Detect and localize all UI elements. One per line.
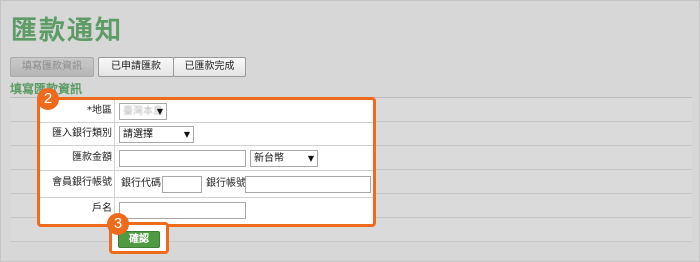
chevron-down-icon: ▼	[156, 107, 163, 116]
bank-code-label: 銀行代碼	[121, 178, 161, 189]
bank-code-input[interactable]	[162, 176, 202, 193]
account-label: 會員銀行帳號	[40, 171, 115, 197]
account-row: 會員銀行帳號 銀行代碼 銀行帳號	[40, 171, 373, 198]
bank-type-value: 請選擇	[123, 129, 153, 140]
page-title: 匯款通知	[11, 16, 124, 46]
tab-remittance-completed[interactable]: 已匯款完成	[173, 57, 246, 77]
holder-input[interactable]	[119, 202, 246, 219]
chevron-down-icon: ▼	[307, 154, 314, 163]
holder-label: 戶名	[40, 198, 115, 220]
currency-value: 新台幣	[254, 153, 284, 164]
bank-type-label: 匯入銀行類別	[40, 123, 115, 145]
region-select[interactable]: 臺灣本島 ▼	[119, 103, 167, 120]
tab-applied-remittance[interactable]: 已申請匯款	[98, 57, 174, 77]
amount-label: 匯款金額	[40, 146, 115, 170]
holder-row: 戶名	[40, 198, 373, 221]
chevron-down-icon: ▼	[183, 130, 190, 139]
account-number-input[interactable]	[245, 176, 371, 193]
remittance-form: *地區 臺灣本島 ▼ 匯入銀行類別 請選擇 ▼ 匯款金額 新台幣 ▼ 會員銀行帳…	[37, 97, 376, 227]
tab-fill-remittance-info[interactable]: 填寫匯款資訊	[10, 57, 94, 77]
bank-type-row: 匯入銀行類別 請選擇 ▼	[40, 123, 373, 146]
step-2-badge: 2	[37, 88, 59, 110]
account-number-label: 銀行帳號	[206, 178, 246, 189]
amount-input[interactable]	[119, 150, 246, 167]
region-row: *地區 臺灣本島 ▼	[40, 100, 373, 123]
confirm-button[interactable]: 確認	[118, 231, 160, 248]
step-3-badge: 3	[107, 213, 129, 235]
bank-type-select[interactable]: 請選擇 ▼	[119, 126, 194, 143]
amount-row: 匯款金額 新台幣 ▼	[40, 146, 373, 171]
currency-select[interactable]: 新台幣 ▼	[250, 150, 318, 167]
